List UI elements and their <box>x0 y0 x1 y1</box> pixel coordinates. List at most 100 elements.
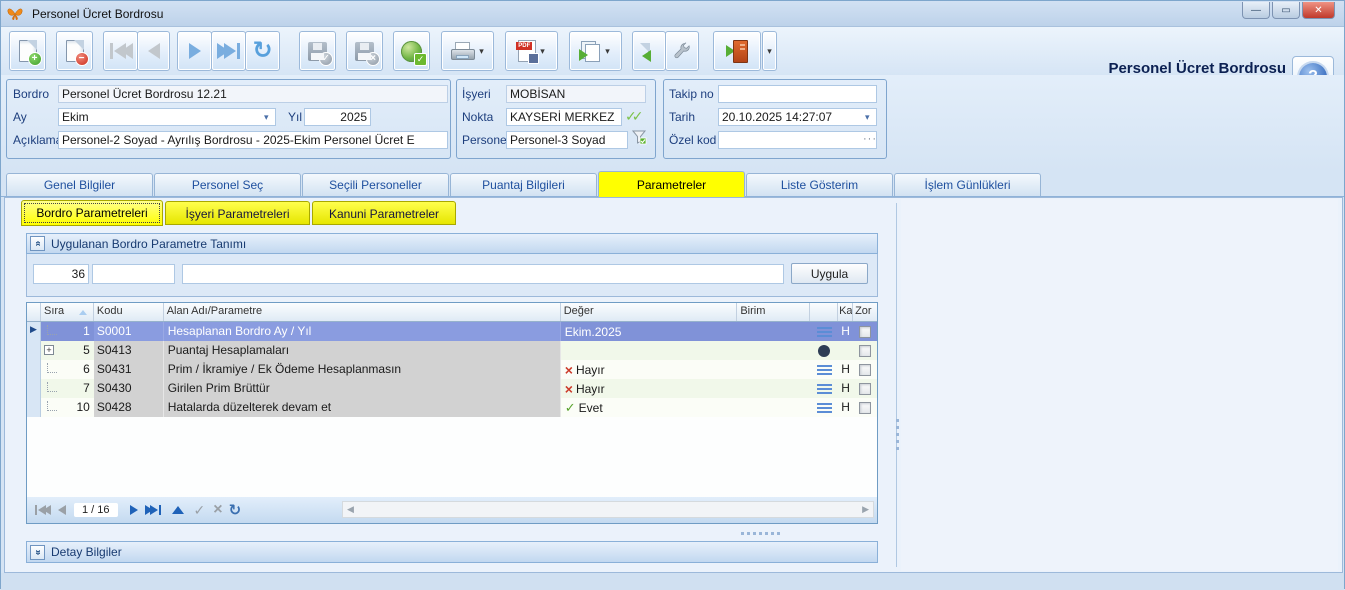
cell-zor[interactable] <box>853 398 877 417</box>
takip-no-field[interactable] <box>718 85 877 103</box>
cell-row-icon[interactable] <box>810 398 838 417</box>
ozel-kod-field[interactable] <box>718 131 877 149</box>
cell-zor[interactable] <box>853 360 877 379</box>
cell-alan[interactable]: Puantaj Hesaplamaları <box>164 341 561 360</box>
tab-parametreler[interactable]: Parametreler <box>598 171 745 197</box>
scroll-right-icon[interactable]: ▶ <box>862 504 869 515</box>
cell-row-icon[interactable] <box>810 341 838 360</box>
isyeri-field[interactable] <box>506 85 646 103</box>
tab-personel-sec[interactable]: Personel Seç <box>154 173 301 196</box>
horizontal-splitter[interactable] <box>26 530 878 537</box>
cell-kodu[interactable]: S0001 <box>94 322 164 341</box>
aciklama-field[interactable] <box>58 131 448 149</box>
save-pdf-button[interactable]: PDF ▾ <box>505 31 558 71</box>
parameter-desc-field[interactable] <box>182 264 784 284</box>
tarih-field[interactable] <box>718 108 877 126</box>
cell-deger[interactable] <box>561 341 738 360</box>
pdf-dropdown-icon[interactable]: ▾ <box>540 46 545 57</box>
cell-deger[interactable]: ✓Evet <box>561 398 738 417</box>
cell-ka[interactable]: H <box>838 379 853 398</box>
cell-birim[interactable] <box>737 322 810 341</box>
delete-record-button[interactable]: − <box>56 31 93 71</box>
tab-islem-gunlukleri[interactable]: İşlem Günlükleri <box>894 173 1041 196</box>
nav-next-button[interactable] <box>130 505 138 515</box>
grid-horizontal-scrollbar[interactable]: ◀ ▶ <box>342 501 874 518</box>
last-record-button[interactable] <box>211 31 246 71</box>
table-row[interactable]: ▶1S0001Hesaplanan Bordro Ay / YılEkim.20… <box>27 322 877 341</box>
cell-sira[interactable]: 7 <box>41 379 94 398</box>
cell-kodu[interactable]: S0431 <box>94 360 164 379</box>
list-lines-icon[interactable] <box>817 327 832 337</box>
expand-detail-button[interactable]: « <box>30 545 45 560</box>
nav-edit-button[interactable] <box>172 506 184 514</box>
list-lines-icon[interactable] <box>817 365 832 375</box>
save-cancel-button[interactable]: × <box>346 31 383 71</box>
cell-row-icon[interactable] <box>810 322 838 341</box>
zorunlu-checkbox[interactable] <box>859 402 871 414</box>
zorunlu-checkbox[interactable] <box>859 345 871 357</box>
print-button[interactable]: ▾ <box>441 31 494 71</box>
save-button[interactable]: ✓ <box>299 31 336 71</box>
copy-transfer-button[interactable]: ▾ <box>569 31 622 71</box>
ozel-kod-browse-button[interactable]: ··· <box>863 133 877 145</box>
cell-sira[interactable]: 10 <box>41 398 94 417</box>
cell-deger[interactable]: ×Hayır <box>561 379 738 398</box>
tab-liste-gosterim[interactable]: Liste Gösterim <box>746 173 893 196</box>
tab-secili-personeller[interactable]: Seçili Personeller <box>302 173 449 196</box>
zorunlu-checkbox[interactable] <box>859 326 871 338</box>
nav-cancel-button[interactable]: × <box>213 503 222 517</box>
table-row[interactable]: 6S0431Prim / İkramiye / Ek Ödeme Hesapla… <box>27 360 877 379</box>
cell-birim[interactable] <box>737 360 810 379</box>
ay-dropdown-icon[interactable]: ▾ <box>264 112 269 123</box>
table-row[interactable]: +5S0413Puantaj Hesaplamaları <box>27 341 877 360</box>
cell-deger[interactable]: ×Hayır <box>561 360 738 379</box>
maximize-button[interactable]: ▭ <box>1272 2 1300 19</box>
tab-genel-bilgiler[interactable]: Genel Bilgiler <box>6 173 153 196</box>
cell-kodu[interactable]: S0413 <box>94 341 164 360</box>
cell-birim[interactable] <box>737 341 810 360</box>
exit-button[interactable] <box>713 31 761 71</box>
cell-row-icon[interactable] <box>810 379 838 398</box>
nav-refresh-button[interactable]: ↻ <box>229 501 242 519</box>
subtab-kanuni-parametreler[interactable]: Kanuni Parametreler <box>312 201 456 225</box>
zorunlu-checkbox[interactable] <box>859 383 871 395</box>
apply-button[interactable]: Uygula <box>791 263 868 284</box>
nokta-field[interactable] <box>506 108 622 126</box>
cell-ka[interactable]: H <box>838 360 853 379</box>
header-zor[interactable]: Zor <box>853 303 877 321</box>
first-record-button[interactable] <box>103 31 138 71</box>
refresh-button[interactable]: ↻ <box>245 31 280 71</box>
expand-row-icon[interactable]: + <box>44 345 54 355</box>
tools-button[interactable] <box>665 31 699 71</box>
parameter-no-field[interactable] <box>33 264 89 284</box>
copy-dropdown-icon[interactable]: ▾ <box>605 46 610 57</box>
print-dropdown-icon[interactable]: ▾ <box>479 46 484 57</box>
ay-combobox[interactable] <box>58 108 276 126</box>
nav-first-button[interactable] <box>34 505 51 515</box>
cell-zor[interactable] <box>853 341 877 360</box>
cell-birim[interactable] <box>737 398 810 417</box>
minimize-button[interactable]: — <box>1242 2 1270 19</box>
next-record-button[interactable] <box>177 31 212 71</box>
previous-record-button[interactable] <box>137 31 170 71</box>
header-icon-column[interactable] <box>810 303 838 321</box>
tarih-dropdown-icon[interactable]: ▾ <box>865 112 870 123</box>
cell-birim[interactable] <box>737 379 810 398</box>
parameter-code-field[interactable] <box>92 264 175 284</box>
cell-row-icon[interactable] <box>810 360 838 379</box>
personel-filter-icon[interactable] <box>632 130 647 148</box>
scroll-left-icon[interactable]: ◀ <box>347 504 354 515</box>
cell-sira[interactable]: +5 <box>41 341 94 360</box>
parameter-panel-header[interactable]: « Uygulanan Bordro Parametre Tanımı <box>26 233 878 254</box>
cell-kodu[interactable]: S0428 <box>94 398 164 417</box>
subtab-isyeri-parametreleri[interactable]: İşyeri Parametreleri <box>165 201 310 225</box>
tab-puantaj-bilgileri[interactable]: Puantaj Bilgileri <box>450 173 597 196</box>
import-record-button[interactable] <box>632 31 666 71</box>
nav-last-button[interactable] <box>145 505 162 515</box>
subtab-bordro-parametreleri[interactable]: Bordro Parametreleri <box>21 200 163 226</box>
detail-panel-header[interactable]: « Detay Bilgiler <box>26 541 878 563</box>
personel-field[interactable] <box>506 131 628 149</box>
cell-alan[interactable]: Hatalarda düzelterek devam et <box>164 398 561 417</box>
cell-sira[interactable]: 6 <box>41 360 94 379</box>
list-lines-icon[interactable] <box>817 403 832 413</box>
